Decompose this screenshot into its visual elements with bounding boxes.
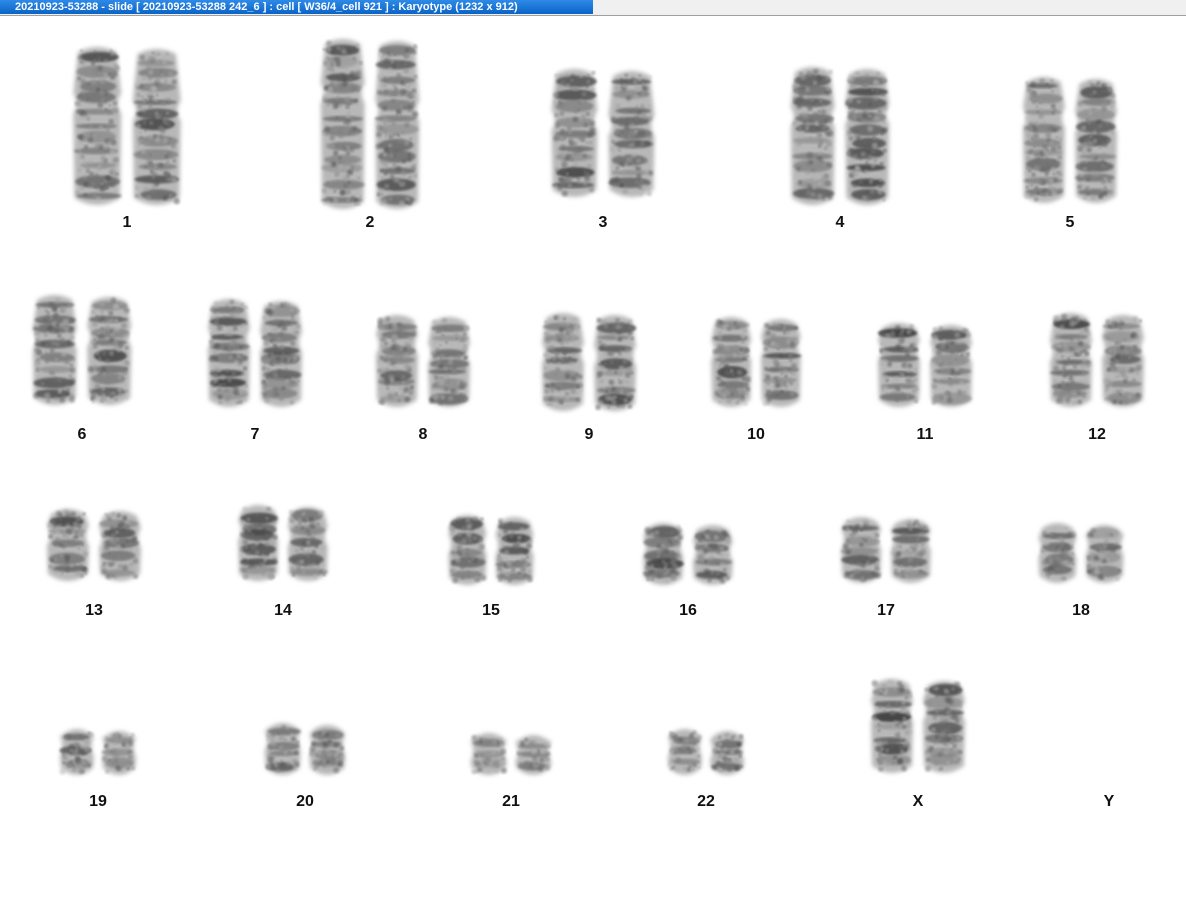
chromosome-pair-graphic: [870, 679, 966, 773]
karyotype-canvas[interactable]: 1 2 3 4 5 6 7 8 9 10 11 12 13 14 15 16 17 18 19 20 21 22 X Y: [0, 16, 1186, 900]
chromosome-label-X: X: [912, 793, 924, 810]
chromosome-X-a[interactable]: [870, 679, 913, 773]
title-bar-strip: 20210923-53288 - slide [ 20210923-53288 …: [0, 0, 1186, 16]
chromosome-label-Y: Y: [1103, 793, 1115, 810]
chromosome-X-b[interactable]: [923, 681, 966, 773]
window-title[interactable]: 20210923-53288 - slide [ 20210923-53288 …: [0, 0, 593, 14]
